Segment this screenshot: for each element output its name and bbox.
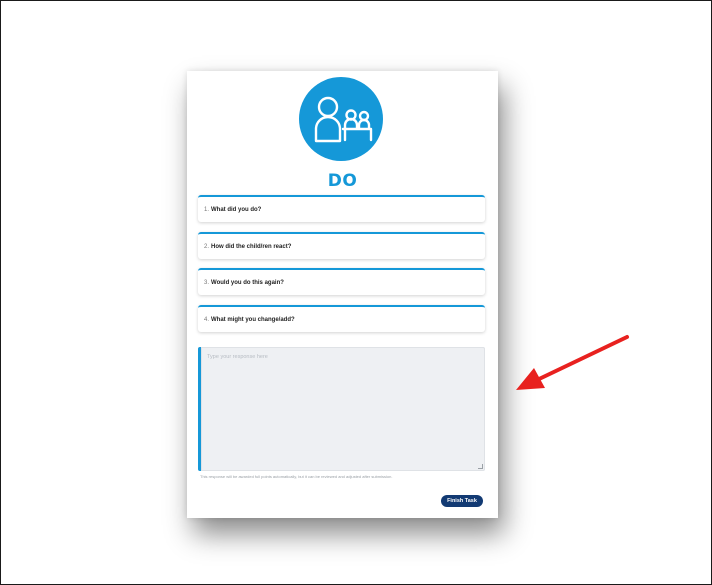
red-arrow-icon: [516, 335, 629, 390]
